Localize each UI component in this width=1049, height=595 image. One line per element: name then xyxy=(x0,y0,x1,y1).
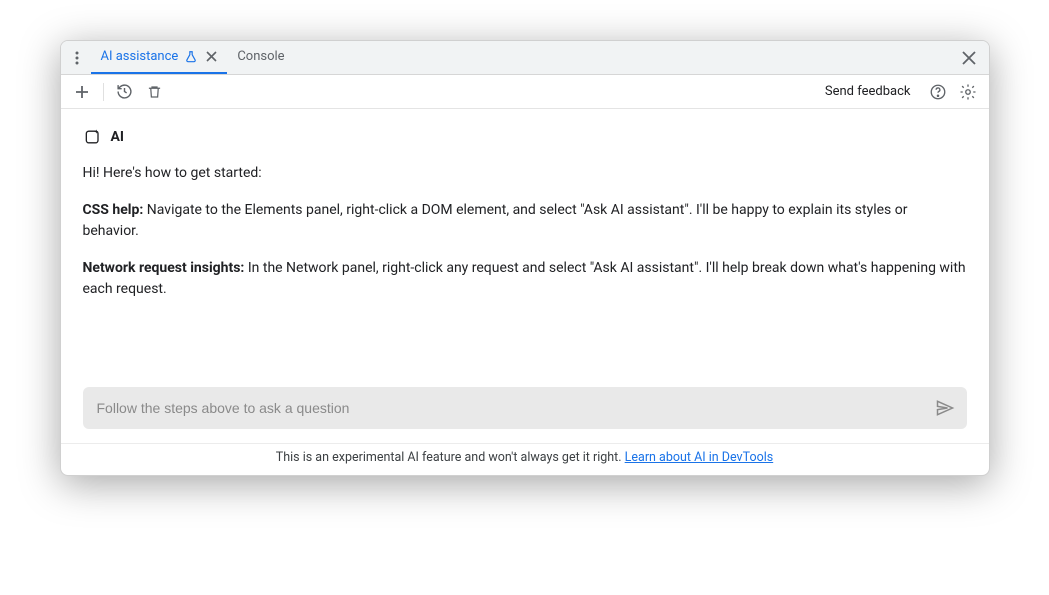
ai-header-label: AI xyxy=(111,129,125,145)
intro-text: Hi! Here's how to get started: xyxy=(83,163,967,184)
tabs: AI assistance Console xyxy=(91,41,295,74)
prompt-input-container xyxy=(83,387,967,429)
tab-label: AI assistance xyxy=(101,49,179,64)
tab-bar: AI assistance Console xyxy=(61,41,989,75)
help-button[interactable] xyxy=(925,79,951,105)
section-text: Navigate to the Elements panel, right-cl… xyxy=(83,202,908,239)
section-label: CSS help: xyxy=(83,202,144,218)
send-button[interactable] xyxy=(935,398,955,418)
more-tabs-button[interactable] xyxy=(67,44,87,72)
tab-console[interactable]: Console xyxy=(227,41,294,74)
section-network-insights: Network request insights: In the Network… xyxy=(83,258,967,300)
section-label: Network request insights: xyxy=(83,260,245,276)
prompt-input[interactable] xyxy=(95,399,935,417)
sparkle-icon xyxy=(83,127,103,147)
footer-link[interactable]: Learn about AI in DevTools xyxy=(625,450,774,465)
tab-label: Console xyxy=(237,49,284,64)
new-chat-button[interactable] xyxy=(69,79,95,105)
settings-button[interactable] xyxy=(955,79,981,105)
delete-button[interactable] xyxy=(142,79,168,105)
footer-text: This is an experimental AI feature and w… xyxy=(276,450,625,465)
tab-close-icon[interactable] xyxy=(206,51,217,62)
separator xyxy=(103,83,104,101)
flask-icon xyxy=(184,50,198,64)
footer: This is an experimental AI feature and w… xyxy=(61,443,989,475)
ai-header: AI xyxy=(83,127,967,147)
history-button[interactable] xyxy=(112,79,138,105)
input-row xyxy=(61,379,989,443)
devtools-panel: AI assistance Console xyxy=(60,40,990,476)
section-css-help: CSS help: Navigate to the Elements panel… xyxy=(83,200,967,242)
toolbar: Send feedback xyxy=(61,75,989,109)
close-panel-button[interactable] xyxy=(955,44,983,72)
send-feedback-link[interactable]: Send feedback xyxy=(825,84,911,99)
chat-content: AI Hi! Here's how to get started: CSS he… xyxy=(61,109,989,379)
tab-ai-assistance[interactable]: AI assistance xyxy=(91,41,228,74)
